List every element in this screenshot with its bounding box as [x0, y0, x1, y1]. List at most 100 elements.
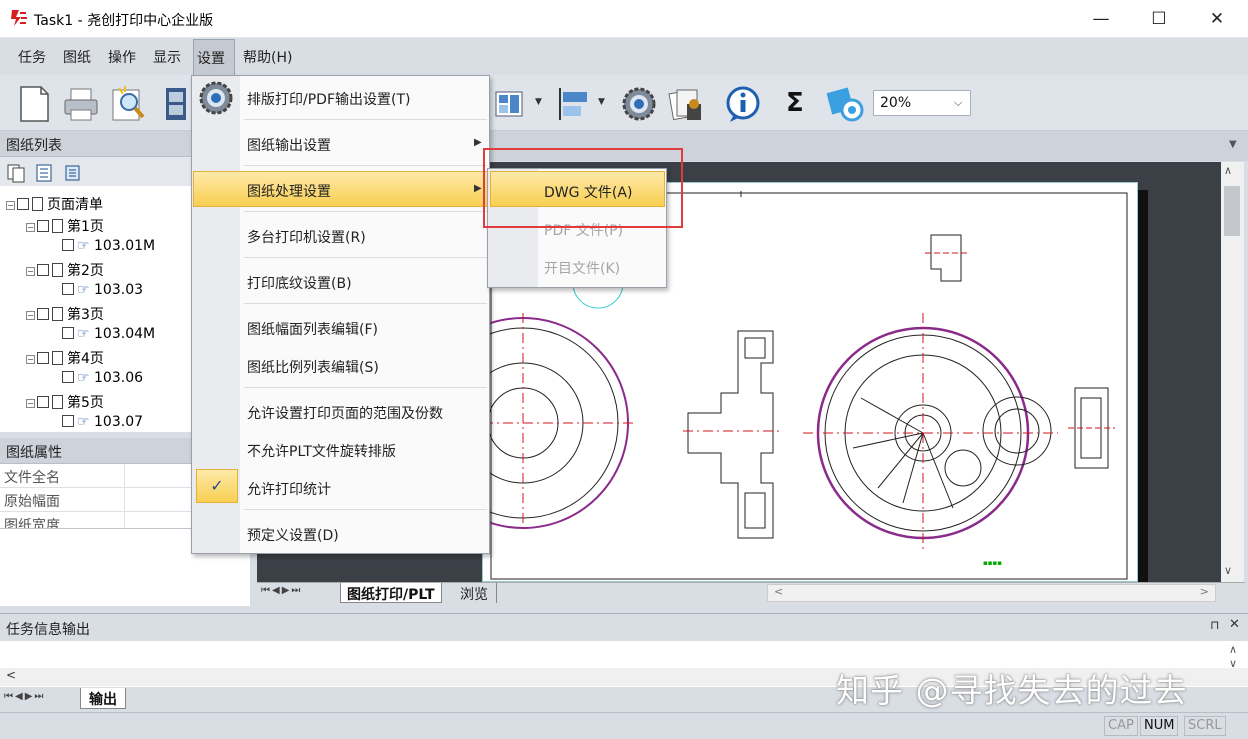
stamp-documents-icon[interactable] — [667, 84, 705, 124]
close-icon[interactable]: ✕ — [1229, 617, 1240, 632]
menu-operation[interactable]: 操作 — [105, 47, 139, 69]
tab-browse[interactable]: 浏览 — [452, 583, 497, 603]
menu-settings[interactable]: 设置 — [193, 39, 235, 75]
window-title: Task1 - 尧创打印中心企业版 — [34, 13, 214, 29]
menu-item-predefined[interactable]: 预定义设置(D) — [247, 525, 339, 545]
output-tab-nav-icon[interactable]: ⏮◀▶⏭ — [4, 691, 45, 702]
scroll-left-icon: < — [6, 668, 17, 682]
sheet-shadow — [1138, 190, 1148, 582]
film-strip-icon[interactable] — [160, 84, 190, 124]
tree-page-1[interactable]: − 第1页 — [26, 216, 104, 236]
menu-item-size-list-edit[interactable]: 图纸幅面列表编辑(F) — [247, 319, 378, 339]
scroll-down-icon: ∨ — [1224, 564, 1233, 577]
output-vscroll-icon[interactable]: ∧ ∨ — [1229, 643, 1237, 671]
output-header: 任务信息输出 — [0, 613, 1248, 641]
tree-page-3[interactable]: − 第3页 — [26, 304, 104, 324]
scroll-up-icon: ∧ — [1224, 164, 1233, 177]
menu-item-no-plt-rotate[interactable]: 不允许PLT文件旋转排版 — [247, 441, 396, 461]
menu-bar — [0, 39, 1248, 75]
hand-pointer-icon: ☞ — [77, 238, 90, 254]
tree-file-4[interactable]: ☞ 103.06 — [62, 370, 143, 386]
tree-page-2[interactable]: − 第2页 — [26, 260, 104, 280]
hand-pointer-icon: ☞ — [77, 370, 90, 386]
status-scroll: SCRL — [1184, 716, 1226, 736]
minimize-button[interactable]: — — [1072, 0, 1130, 38]
menu-display[interactable]: 显示 — [150, 47, 184, 69]
tree-page-5[interactable]: − 第5页 — [26, 392, 104, 412]
annotation-highlight-box — [483, 148, 683, 228]
print-preview-icon[interactable] — [109, 84, 147, 124]
align-icon[interactable] — [556, 84, 594, 124]
submenu-arrow-icon: ▶ — [474, 183, 482, 194]
tree-file-3[interactable]: ☞ 103.04M — [62, 326, 155, 342]
close-button[interactable]: ✕ — [1188, 0, 1246, 38]
menu-separator — [244, 387, 487, 388]
layout-icon[interactable] — [492, 84, 530, 124]
tree-file-5[interactable]: ☞ 103.07 — [62, 414, 143, 430]
printer-icon[interactable] — [62, 84, 100, 124]
maximize-button[interactable]: ☐ — [1130, 0, 1188, 38]
menu-item-allow-page-range[interactable]: 允许设置打印页面的范围及份数 — [247, 403, 443, 423]
submenu-arrow-icon: ▶ — [474, 137, 482, 148]
menu-drawing[interactable]: 图纸 — [60, 47, 94, 69]
menu-separator — [244, 257, 487, 258]
app-logo-icon — [11, 10, 27, 26]
page-icon — [52, 351, 63, 365]
menu-item-print-watermark[interactable]: 打印底纹设置(B) — [247, 273, 352, 293]
menu-item-drawing-processing[interactable]: 图纸处理设置 — [247, 181, 331, 201]
menu-separator — [244, 119, 487, 120]
scroll-left-icon: < — [774, 585, 784, 598]
tree-root[interactable]: − 页面清单 — [6, 194, 103, 214]
menu-separator — [244, 165, 487, 166]
page-list-icon[interactable] — [34, 163, 56, 183]
status-caps: CAP — [1104, 716, 1138, 736]
watermark: 知乎 @寻找失去的过去 — [836, 671, 1188, 710]
menu-item-print-stats[interactable]: 允许打印统计 — [247, 479, 331, 499]
menu-task[interactable]: 任务 — [15, 47, 49, 69]
scroll-right-icon: > — [1199, 585, 1209, 598]
tree-page-4[interactable]: − 第4页 — [26, 348, 104, 368]
help-online-icon[interactable] — [826, 84, 864, 124]
tab-output[interactable]: 输出 — [80, 688, 126, 709]
horizontal-scrollbar[interactable]: < > — [767, 584, 1216, 602]
menu-separator — [244, 509, 487, 510]
status-num: NUM — [1140, 716, 1179, 736]
details-list-icon[interactable] — [62, 163, 84, 183]
menu-separator — [244, 211, 487, 212]
status-bar — [0, 712, 1248, 739]
menu-help[interactable]: 帮助(H) — [240, 47, 295, 69]
menu-highlight — [193, 171, 488, 207]
view-dropdown-icon[interactable]: ▼ — [1229, 139, 1237, 150]
drawing-note: ▪▪▪▪ — [983, 559, 1002, 567]
page-icon — [52, 263, 63, 277]
settings-gear-icon[interactable] — [620, 84, 658, 124]
scroll-thumb — [1224, 186, 1240, 236]
tab-plt-print[interactable]: 图纸打印/PLT — [340, 583, 442, 603]
hand-pointer-icon: ☞ — [77, 326, 90, 342]
statistics-sigma-icon[interactable]: Σ — [786, 88, 804, 118]
layout-dropdown-arrow-icon[interactable]: ▼ — [535, 97, 542, 107]
menu-item-multi-printer[interactable]: 多台打印机设置(R) — [247, 227, 366, 247]
tab-nav-arrows-icon[interactable]: ⏮◀▶⏭ — [261, 585, 302, 596]
menu-item-scale-list-edit[interactable]: 图纸比例列表编辑(S) — [247, 357, 379, 377]
pin-icon[interactable]: ⊓ — [1210, 618, 1219, 632]
tree-file-1[interactable]: ☞ 103.01M — [62, 238, 155, 254]
info-icon[interactable] — [724, 84, 762, 124]
new-task-icon[interactable] — [15, 84, 53, 124]
settings-gear-icon — [199, 81, 233, 115]
menu-item-layout-print[interactable]: 排版打印/PDF输出设置(T) — [247, 89, 410, 109]
vertical-scrollbar[interactable]: ∧ ∨ — [1221, 162, 1244, 582]
hand-pointer-icon: ☞ — [77, 414, 90, 430]
menu-item-drawing-output[interactable]: 图纸输出设置 — [247, 135, 331, 155]
hand-pointer-icon: ☞ — [77, 282, 90, 298]
tree-file-2[interactable]: ☞ 103.03 — [62, 282, 143, 298]
check-mark-icon: ✓ — [196, 469, 238, 503]
page-icon — [52, 219, 63, 233]
page-icon — [52, 307, 63, 321]
chevron-down-icon[interactable]: ⌵ — [954, 96, 962, 110]
copy-pages-icon[interactable] — [6, 163, 28, 183]
align-dropdown-arrow-icon[interactable]: ▼ — [598, 97, 605, 107]
submenu-item-kaimu[interactable]: 开目文件(K) — [544, 258, 620, 278]
page-icon — [52, 395, 63, 409]
page-icon — [32, 197, 43, 211]
